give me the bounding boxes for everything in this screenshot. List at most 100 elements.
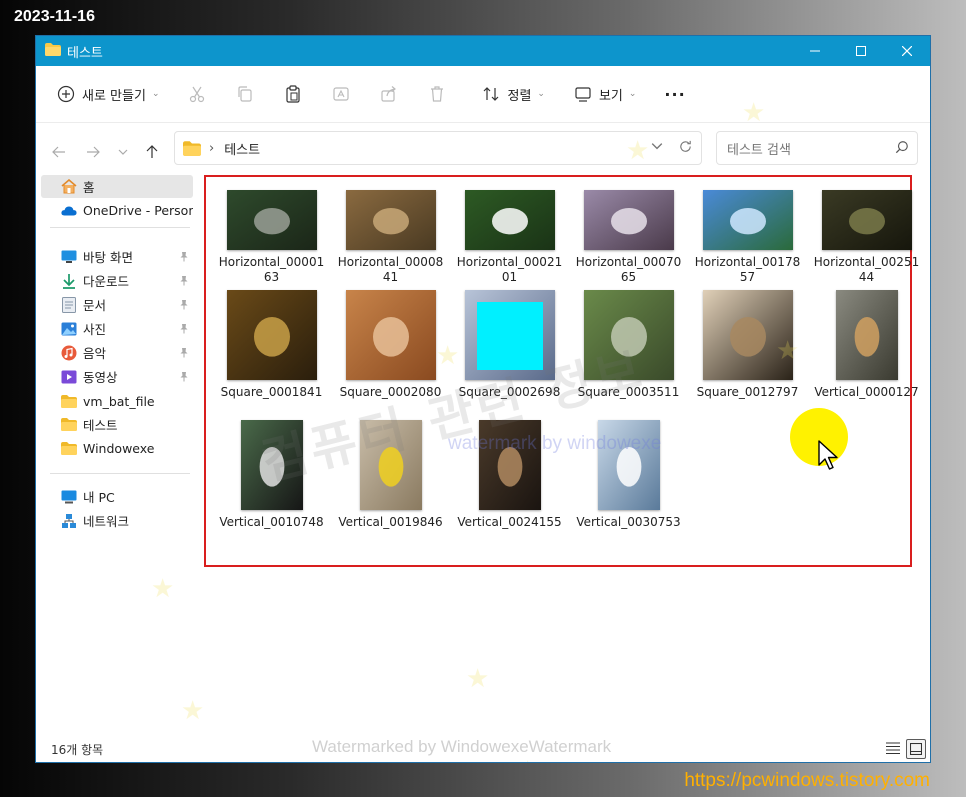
title-bar[interactable]: 테스트: [36, 36, 930, 66]
network-icon: [61, 513, 77, 529]
close-icon: [902, 46, 912, 56]
sidebar-item[interactable]: 내 PC: [41, 485, 193, 508]
sidebar-item-label: 네트워크: [83, 514, 130, 529]
refresh-icon: [680, 140, 691, 152]
sidebar-item[interactable]: Windowexe: [41, 437, 193, 460]
search-input[interactable]: 테스트 검색: [727, 139, 791, 158]
chevron-down-icon: [118, 149, 128, 155]
refresh-button[interactable]: [678, 139, 693, 154]
image-thumbnail[interactable]: [702, 190, 793, 250]
sidebar-item-label: 홈: [83, 180, 95, 195]
close-button[interactable]: [884, 36, 930, 66]
image-thumbnail[interactable]: [464, 190, 555, 250]
sidebar-item[interactable]: vm_bat_file: [41, 390, 193, 413]
sidebar-item[interactable]: 동영상: [41, 365, 193, 388]
breadcrumb-separator: ›: [209, 140, 215, 156]
new-button[interactable]: 새로 만들기 ⌄: [50, 78, 165, 110]
file-name: Square_0001841: [220, 385, 323, 399]
file-tile[interactable]: Horizontal_0007065: [569, 184, 688, 285]
sidebar-item[interactable]: 네트워크: [41, 509, 193, 532]
home-icon: [61, 179, 77, 195]
sort-button[interactable]: 정렬 ⌄: [475, 78, 550, 110]
file-tile[interactable]: Horizontal_0017857: [688, 184, 807, 285]
search-box[interactable]: 테스트 검색: [716, 131, 918, 165]
file-tile[interactable]: Horizontal_0000163: [212, 184, 331, 285]
address-history-button[interactable]: [651, 140, 663, 152]
image-thumbnail[interactable]: [226, 290, 317, 380]
star-decoration: ★: [466, 664, 490, 694]
sidebar-item-label: 문서: [83, 298, 107, 313]
folder-icon: [183, 140, 201, 156]
date-stamp: 2023-11-16: [14, 8, 95, 25]
minimize-icon: [810, 50, 820, 52]
file-explorer-window: 테스트 새로 만들기 ⌄ 정렬 ⌄ 보기 ⌄ ··· › 테스트 테스트 검색 …: [36, 36, 930, 762]
file-tile[interactable]: Horizontal_0025144: [807, 184, 926, 285]
sidebar-item-label: OneDrive - Personal: [83, 203, 193, 218]
sidebar-item-label: 음악: [83, 346, 107, 361]
file-tile[interactable]: Horizontal_0000841: [331, 184, 450, 285]
sidebar-item[interactable]: 문서: [41, 293, 193, 316]
pin-icon: [179, 298, 189, 313]
pc-icon: [61, 489, 77, 505]
image-thumbnail[interactable]: [226, 190, 317, 250]
sidebar-item-label: 바탕 화면: [83, 250, 133, 265]
paste-button[interactable]: [277, 78, 309, 110]
rename-button[interactable]: [325, 78, 357, 110]
file-name: Vertical_0000127: [814, 385, 919, 399]
image-thumbnail[interactable]: [583, 190, 674, 250]
sidebar-item[interactable]: OneDrive - Personal: [41, 199, 193, 222]
delete-button[interactable]: [421, 78, 453, 110]
sidebar-item[interactable]: 음악: [41, 341, 193, 364]
folder-icon: [61, 417, 77, 433]
file-tile[interactable]: Horizontal_0002101: [450, 184, 569, 285]
breadcrumb-current-folder[interactable]: 테스트: [224, 139, 260, 158]
rename-icon: [331, 84, 351, 104]
details-view-button[interactable]: [884, 739, 902, 757]
image-thumbnail[interactable]: [345, 290, 436, 380]
file-tile[interactable]: Vertical_0000127: [807, 286, 926, 400]
sidebar-item[interactable]: 바탕 화면: [41, 245, 193, 268]
scissors-icon: [187, 84, 207, 104]
image-thumbnail[interactable]: [835, 290, 898, 380]
back-button[interactable]: [49, 142, 69, 162]
navigation-pane: 홈 OneDrive - Personal 바탕 화면다운로드문서사진음악동영상 vm…: [36, 175, 196, 735]
file-name: Vertical_0024155: [457, 515, 562, 529]
cloud-icon: [61, 203, 77, 219]
image-thumbnail[interactable]: [702, 290, 793, 380]
view-button[interactable]: 보기 ⌄: [567, 78, 642, 110]
file-tile[interactable]: Square_0012797: [688, 286, 807, 400]
sidebar-divider: [50, 473, 190, 474]
thumbnail-view-button[interactable]: [906, 739, 926, 759]
download-icon: [61, 273, 77, 289]
more-options-button[interactable]: ···: [658, 78, 691, 110]
search-icon: [895, 140, 909, 154]
image-thumbnail[interactable]: [821, 190, 912, 250]
forward-button[interactable]: [83, 142, 103, 162]
file-name: Horizontal_0000163: [218, 255, 325, 284]
sidebar-item-label: 동영상: [83, 370, 118, 385]
mouse-pointer-icon: [818, 440, 838, 470]
sidebar-item[interactable]: 테스트: [41, 413, 193, 436]
sidebar-item-label: 다운로드: [83, 274, 130, 289]
file-name: Vertical_0030753: [576, 515, 681, 529]
copy-button[interactable]: [229, 78, 261, 110]
up-button[interactable]: [142, 142, 162, 162]
cut-button[interactable]: [181, 78, 213, 110]
recent-locations-button[interactable]: [113, 142, 133, 162]
clipboard-icon: [283, 84, 303, 104]
window-title: 테스트: [67, 45, 103, 61]
view-icon: [573, 84, 593, 104]
file-name: Vertical_0019846: [338, 515, 443, 529]
more-options-label: ···: [664, 84, 686, 104]
sidebar-item[interactable]: 다운로드: [41, 269, 193, 292]
image-thumbnail[interactable]: [345, 190, 436, 250]
minimize-button[interactable]: [792, 36, 838, 66]
sidebar-item[interactable]: 홈: [41, 175, 193, 198]
maximize-button[interactable]: [838, 36, 884, 66]
file-tile[interactable]: Square_0001841: [212, 286, 331, 400]
address-bar[interactable]: › 테스트: [174, 131, 702, 165]
sidebar-item[interactable]: 사진: [41, 317, 193, 340]
share-button[interactable]: [373, 78, 405, 110]
pin-icon: [179, 274, 189, 289]
copy-icon: [235, 84, 255, 104]
